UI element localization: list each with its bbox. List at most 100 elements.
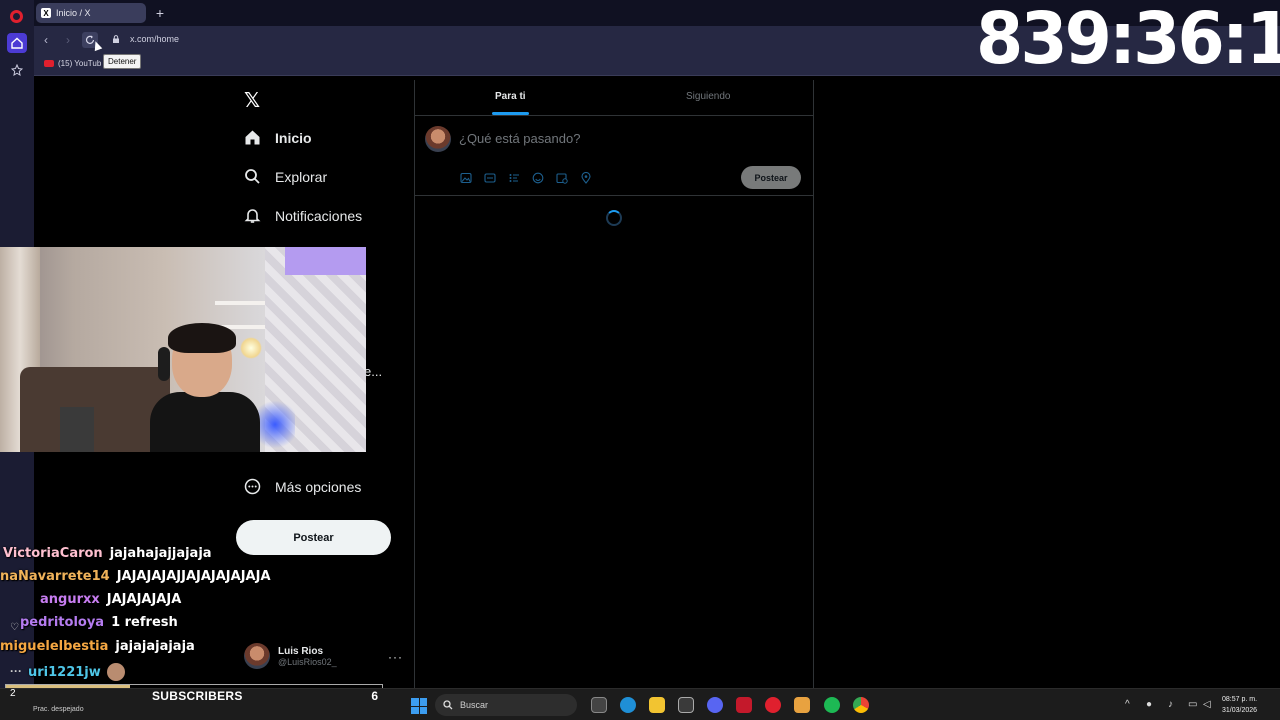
- chat-username: angurxx: [40, 592, 100, 607]
- composer-input[interactable]: ¿Qué está pasando?: [459, 131, 580, 146]
- schedule-icon[interactable]: [555, 171, 569, 185]
- avatar: [244, 643, 270, 669]
- active-tab-indicator: [492, 112, 529, 115]
- nav-home-label: Inicio: [275, 129, 312, 146]
- chat-text: jajahajajjajaja: [109, 546, 212, 561]
- url-field[interactable]: x.com/home: [130, 34, 179, 44]
- youtube-icon: [44, 60, 54, 67]
- subscriber-label: SUBSCRIBERS: [152, 689, 243, 703]
- composer-post-button[interactable]: Postear: [741, 166, 801, 189]
- column-divider-left: [414, 80, 415, 688]
- tray-app-icon[interactable]: ●: [1146, 699, 1152, 710]
- chat-message: VictoriaCaron jajahajajjajaja: [3, 546, 212, 561]
- post-button[interactable]: Postear: [236, 520, 391, 555]
- nav-explore[interactable]: Explorar: [244, 168, 327, 185]
- chat-message: naNavarrete14 JAJAJAJAJJAJAJAJAJAJA: [0, 569, 271, 584]
- webcam-streamer: [150, 323, 260, 452]
- sidebar-star-icon[interactable]: [7, 60, 27, 80]
- file-explorer-icon[interactable]: [649, 697, 665, 713]
- webcam-streamer-body: [150, 392, 260, 452]
- image-icon[interactable]: [459, 171, 473, 185]
- webcam-streamer-hair: [168, 323, 236, 353]
- edge-icon[interactable]: [620, 697, 636, 713]
- chat-username: pedritoloya: [20, 615, 105, 630]
- tab-for-you[interactable]: Para ti: [495, 91, 526, 102]
- lock-icon: [113, 35, 119, 43]
- chat-text: jajajajajaja: [115, 639, 195, 654]
- weather-widget[interactable]: Prac. despejado: [33, 706, 84, 713]
- nav-truncated-label[interactable]: e...: [364, 364, 382, 379]
- sidebar-home-icon[interactable]: [7, 33, 27, 53]
- chat-text: JAJAJAJAJA: [106, 592, 182, 607]
- account-switcher[interactable]: Luis Rios @LuisRios02_: [244, 643, 337, 669]
- x-logo[interactable]: 𝕏: [244, 88, 260, 113]
- nav-explore-label: Explorar: [275, 168, 328, 185]
- chat-text: 1 refresh: [111, 615, 178, 630]
- system-clock[interactable]: 08:57 p. m. 31/03/2026: [1222, 694, 1257, 716]
- account-more-icon[interactable]: ···: [388, 650, 403, 664]
- app-icon[interactable]: [794, 697, 810, 713]
- clock-time: 08:57 p. m.: [1222, 696, 1258, 703]
- discord-icon[interactable]: [707, 697, 723, 713]
- clock-date: 31/03/2026: [1222, 707, 1258, 714]
- webcam-rgb-glow: [255, 397, 295, 452]
- network-icon[interactable]: ▭: [1188, 699, 1197, 710]
- opera-taskbar-icon[interactable]: [765, 697, 781, 713]
- stream-timer: 839:36:17: [976, 0, 1280, 81]
- chat-message: miguelelbestia jajajajajaja: [0, 639, 195, 654]
- task-view-icon[interactable]: [591, 697, 607, 713]
- chat-username: uri1221jw: [28, 664, 101, 680]
- location-icon[interactable]: [579, 171, 593, 185]
- tab-inicio-x[interactable]: X Inicio / X: [36, 3, 146, 23]
- composer-avatar[interactable]: [425, 126, 451, 152]
- gif-icon[interactable]: [483, 171, 497, 185]
- emoji-icon[interactable]: [531, 171, 545, 185]
- composer-toolbar: [459, 171, 593, 185]
- chat-more-icon: ···: [10, 664, 22, 678]
- subscriber-count: 6: [371, 689, 378, 703]
- chrome-icon[interactable]: [853, 697, 869, 713]
- webcam-shelf-light: [285, 247, 366, 275]
- search-icon: [443, 700, 453, 710]
- feed-tabs: Para ti Siguiendo: [415, 80, 813, 116]
- bookmark-label: (15) YouTub: [58, 59, 102, 68]
- webcam-overlay: [0, 247, 366, 452]
- tab-following[interactable]: Siguiendo: [686, 91, 730, 102]
- bookmark-youtube[interactable]: (15) YouTub: [44, 59, 101, 68]
- nav-more-options[interactable]: Más opciones: [244, 478, 361, 495]
- chat-username: miguelelbestia: [0, 639, 109, 654]
- store-icon[interactable]: [678, 697, 694, 713]
- profile-handle: @LuisRios02_: [278, 656, 337, 667]
- windows-start-icon[interactable]: [411, 698, 427, 714]
- bell-icon: [244, 207, 261, 224]
- obs-recording-icon[interactable]: [736, 697, 752, 713]
- chat-message: uri1221jw: [28, 663, 125, 681]
- nav-notifications-label: Notificaciones: [275, 207, 363, 224]
- nav-more-label: Más opciones: [275, 478, 362, 495]
- chat-message: pedritoloya 1 refresh: [20, 615, 178, 630]
- new-tab-button[interactable]: +: [152, 5, 168, 21]
- opera-logo-icon[interactable]: [10, 10, 23, 23]
- chat-emote-icon: [106, 663, 125, 681]
- microphone-icon[interactable]: ♪: [1168, 699, 1173, 710]
- chat-username: VictoriaCaron: [3, 546, 103, 561]
- tray-chevron-icon[interactable]: ^: [1125, 699, 1130, 710]
- forward-arrow-icon[interactable]: ›: [60, 32, 76, 48]
- x-favicon-icon: X: [41, 8, 51, 18]
- tab-title: Inicio / X: [56, 8, 91, 18]
- volume-icon[interactable]: ◁: [1203, 699, 1211, 710]
- taskbar-search-label: Buscar: [460, 700, 489, 710]
- headset-icon: [158, 347, 170, 381]
- chat-text: JAJAJAJAJJAJAJAJAJAJA: [116, 569, 271, 584]
- chat-message: angurxx JAJAJAJAJA: [40, 592, 181, 607]
- spotify-icon[interactable]: [824, 697, 840, 713]
- back-arrow-icon[interactable]: ‹: [38, 32, 54, 48]
- nav-home[interactable]: Inicio: [244, 129, 312, 146]
- heart-icon: ♡: [10, 622, 19, 633]
- subscriber-start: 2: [10, 688, 16, 699]
- column-divider-right: [813, 80, 814, 688]
- poll-icon[interactable]: [507, 171, 521, 185]
- taskbar-search[interactable]: Buscar: [435, 694, 577, 716]
- nav-notifications[interactable]: Notificaciones: [244, 207, 362, 224]
- search-icon: [244, 168, 261, 185]
